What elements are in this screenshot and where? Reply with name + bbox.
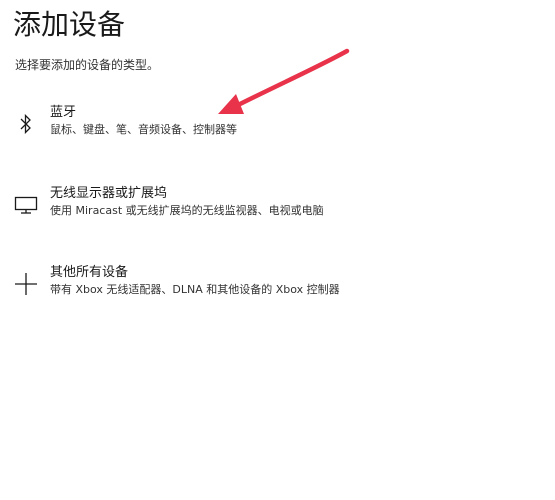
option-wireless-display-label: 无线显示器或扩展坞 xyxy=(50,186,168,201)
option-bluetooth[interactable]: 蓝牙 鼠标、键盘、笔、音频设备、控制器等 xyxy=(10,104,430,148)
annotation-arrow xyxy=(218,48,350,114)
plus-icon xyxy=(12,270,40,298)
option-bluetooth-description: 鼠标、键盘、笔、音频设备、控制器等 xyxy=(50,123,237,136)
option-bluetooth-label: 蓝牙 xyxy=(50,105,77,120)
option-other-devices-description: 带有 Xbox 无线适配器、DLNA 和其他设备的 Xbox 控制器 xyxy=(50,283,340,296)
page-title: 添加设备 xyxy=(13,8,126,41)
page-subtitle: 选择要添加的设备的类型。 xyxy=(15,58,160,72)
bluetooth-icon xyxy=(12,110,40,138)
option-other-devices[interactable]: 其他所有设备 带有 Xbox 无线适配器、DLNA 和其他设备的 Xbox 控制… xyxy=(10,264,430,308)
monitor-icon xyxy=(12,191,40,219)
option-wireless-display-description: 使用 Miracast 或无线扩展坞的无线监视器、电视或电脑 xyxy=(50,204,324,217)
option-wireless-display[interactable]: 无线显示器或扩展坞 使用 Miracast 或无线扩展坞的无线监视器、电视或电脑 xyxy=(10,185,430,229)
option-other-devices-label: 其他所有设备 xyxy=(50,265,129,280)
